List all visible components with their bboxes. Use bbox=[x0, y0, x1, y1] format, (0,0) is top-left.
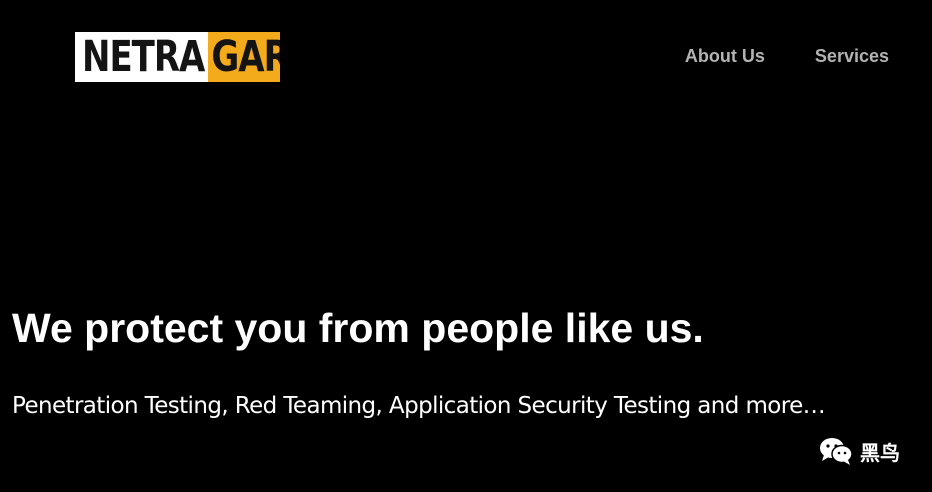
logo-left-panel: NETRA bbox=[75, 32, 209, 82]
hero-headline: We protect you from people like us. bbox=[12, 305, 704, 351]
nav-services[interactable]: Services bbox=[815, 46, 889, 67]
main-nav: About Us Services bbox=[685, 46, 889, 67]
watermark-text: 黑鸟 bbox=[860, 440, 900, 465]
nav-about-us[interactable]: About Us bbox=[685, 46, 765, 67]
logo-text-gard: GARD bbox=[211, 32, 280, 82]
hero-subline: Penetration Testing, Red Teaming, Applic… bbox=[12, 393, 826, 419]
wechat-watermark: 黑鸟 bbox=[818, 436, 900, 466]
logo-text-netra: NETRA bbox=[82, 32, 205, 82]
wechat-icon bbox=[820, 438, 853, 465]
netragard-logo[interactable]: NETRA GARD TM bbox=[75, 32, 280, 82]
logo-right-panel: GARD TM bbox=[208, 32, 280, 82]
